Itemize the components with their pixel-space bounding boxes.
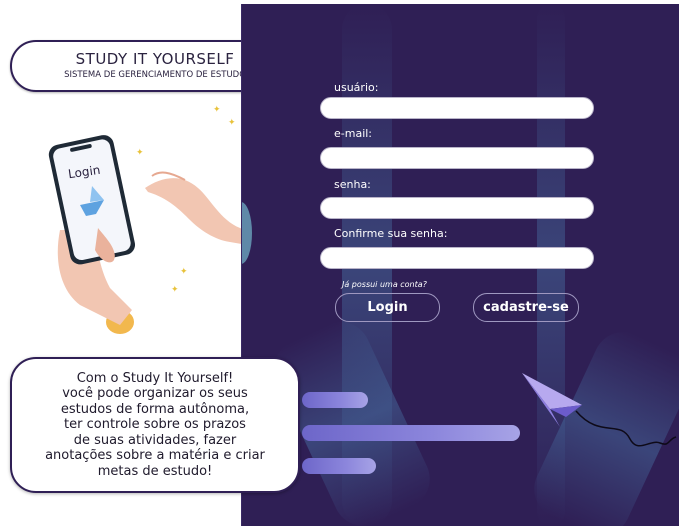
sparkle-icon: ✦ bbox=[213, 105, 221, 115]
email-label: e-mail: bbox=[334, 127, 373, 140]
portal-ring bbox=[242, 202, 252, 264]
decor-bar bbox=[302, 425, 520, 441]
confirm-password-input[interactable] bbox=[320, 247, 594, 269]
sparkle-icon: ✦ bbox=[171, 285, 179, 295]
paper-plane-icon bbox=[522, 373, 677, 447]
password-label: senha: bbox=[334, 178, 371, 191]
decor-bar bbox=[302, 392, 368, 408]
info-text: Com o Study It Yourself! você pode organ… bbox=[45, 370, 265, 479]
username-input[interactable] bbox=[320, 97, 594, 119]
signup-button[interactable]: cadastre-se bbox=[473, 293, 579, 322]
username-label: usuário: bbox=[334, 81, 379, 94]
email-input[interactable] bbox=[320, 147, 594, 169]
login-button[interactable]: Login bbox=[335, 293, 440, 322]
decor-bar bbox=[302, 458, 376, 474]
phone-hands-illustration bbox=[48, 135, 255, 334]
confirm-password-label: Confirme sua senha: bbox=[334, 227, 448, 240]
info-card: Com o Study It Yourself! você pode organ… bbox=[10, 357, 300, 493]
sparkle-icon: ✦ bbox=[180, 267, 188, 277]
password-input[interactable] bbox=[320, 197, 594, 219]
sparkle-icon: ✦ bbox=[228, 118, 236, 128]
existing-account-link[interactable]: Já possui uma conta? bbox=[342, 280, 427, 289]
sparkle-icon: ✦ bbox=[136, 148, 144, 158]
